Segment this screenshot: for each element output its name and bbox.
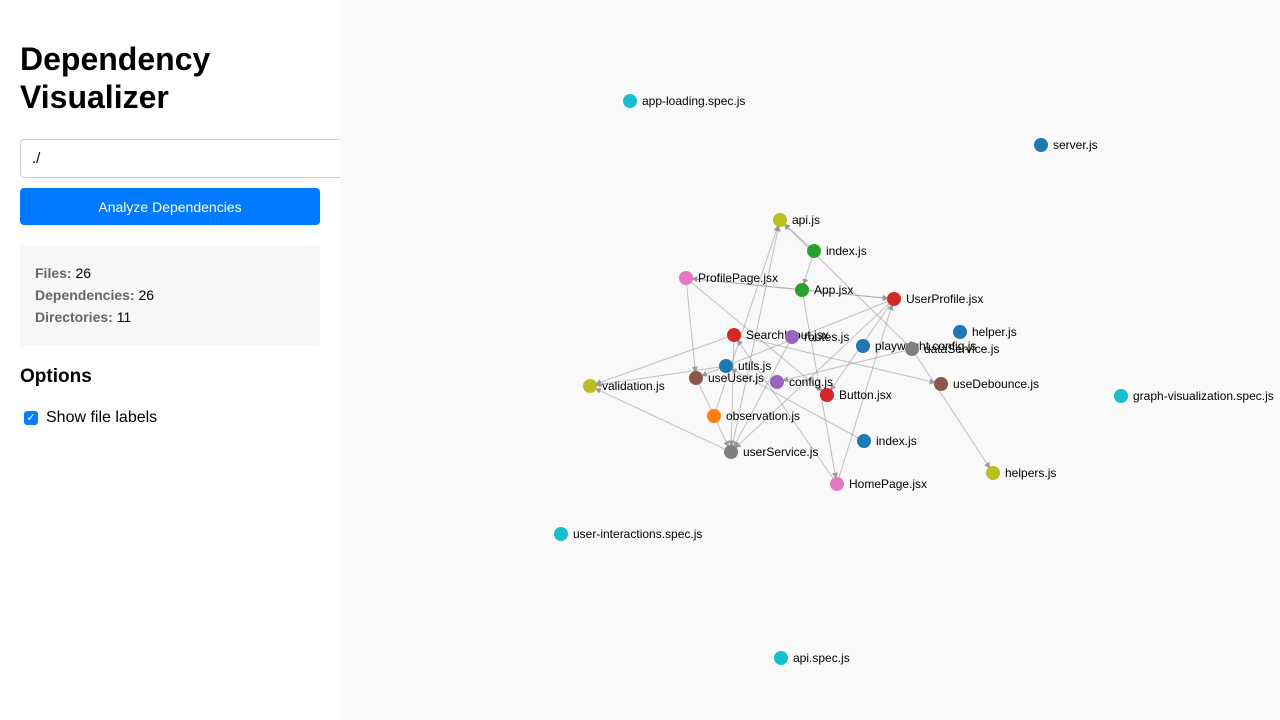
node-circle[interactable] xyxy=(856,339,870,353)
show-file-labels-option[interactable]: ✓ Show file labels xyxy=(20,407,157,429)
node-circle[interactable] xyxy=(887,292,901,306)
graph-node[interactable]: validation.js xyxy=(583,379,665,393)
node-circle[interactable] xyxy=(770,375,784,389)
graph-node[interactable]: App.jsx xyxy=(795,283,853,297)
graph-node[interactable]: ProfilePage.jsx xyxy=(679,271,778,285)
node-circle[interactable] xyxy=(807,244,821,258)
directory-path-input[interactable] xyxy=(20,139,340,178)
node-circle[interactable] xyxy=(679,271,693,285)
node-circle[interactable] xyxy=(934,377,948,391)
node-label: dataService.js xyxy=(924,342,999,356)
node-label: helper.js xyxy=(972,325,1017,339)
stat-directories: Directories: 11 xyxy=(35,309,305,331)
graph-node[interactable]: config.js xyxy=(770,375,833,389)
node-label: server.js xyxy=(1053,138,1098,152)
dependency-graph-canvas[interactable]: app-loading.spec.js server.js api.js index.… xyxy=(340,0,1280,720)
graph-node[interactable]: index.js xyxy=(807,244,867,258)
stat-files-label: Files: xyxy=(35,265,72,281)
node-circle[interactable] xyxy=(724,445,738,459)
graph-node[interactable]: UserProfile.jsx xyxy=(887,292,983,306)
graph-node[interactable]: api.js xyxy=(773,213,820,227)
graph-node[interactable]: app-loading.spec.js xyxy=(623,94,745,108)
node-circle[interactable] xyxy=(727,328,741,342)
node-label: api.js xyxy=(792,213,820,227)
node-circle[interactable] xyxy=(1034,138,1048,152)
graph-node[interactable]: helpers.js xyxy=(986,466,1056,480)
graph-node[interactable]: observation.js xyxy=(707,409,800,423)
node-label: routes.js xyxy=(804,330,849,344)
stat-dependencies-label: Dependencies: xyxy=(35,287,135,303)
node-label: HomePage.jsx xyxy=(849,477,927,491)
nodes-layer: app-loading.spec.js server.js api.js index.… xyxy=(554,94,1274,665)
node-circle[interactable] xyxy=(773,213,787,227)
graph-node[interactable]: HomePage.jsx xyxy=(830,477,927,491)
node-label: index.js xyxy=(826,244,867,258)
graph-node[interactable]: helper.js xyxy=(953,325,1017,339)
dependency-edge xyxy=(730,336,793,453)
app-root: Dependency Visualizer Analyze Dependenci… xyxy=(0,0,1280,720)
show-file-labels-checkbox[interactable]: ✓ xyxy=(24,411,38,425)
graph-node[interactable]: server.js xyxy=(1034,138,1098,152)
analyze-dependencies-button[interactable]: Analyze Dependencies xyxy=(20,188,320,225)
graph-node[interactable]: Button.jsx xyxy=(820,388,892,402)
options-heading: Options xyxy=(20,366,92,387)
node-label: index.js xyxy=(876,434,917,448)
node-label: api.spec.js xyxy=(793,651,850,665)
graph-node[interactable]: routes.js xyxy=(785,330,849,344)
node-label: observation.js xyxy=(726,409,800,423)
node-circle[interactable] xyxy=(795,283,809,297)
node-label: validation.js xyxy=(602,379,665,393)
node-label: user-interactions.spec.js xyxy=(573,527,702,541)
node-circle[interactable] xyxy=(774,651,788,665)
node-label: useDebounce.js xyxy=(953,377,1039,391)
node-circle[interactable] xyxy=(623,94,637,108)
page-title: Dependency Visualizer xyxy=(20,41,211,115)
node-circle[interactable] xyxy=(554,527,568,541)
node-label: userService.js xyxy=(743,445,818,459)
node-label: useUser.js xyxy=(708,371,764,385)
stat-files-value: 26 xyxy=(75,265,92,281)
stat-directories-value: 11 xyxy=(116,309,132,325)
node-circle[interactable] xyxy=(1114,389,1128,403)
node-circle[interactable] xyxy=(707,409,721,423)
stat-files: Files: 26 xyxy=(35,265,305,287)
node-label: ProfilePage.jsx xyxy=(698,271,778,285)
node-label: App.jsx xyxy=(814,283,853,297)
dependency-edge xyxy=(911,348,994,474)
node-label: UserProfile.jsx xyxy=(906,292,983,306)
show-file-labels-label: Show file labels xyxy=(46,409,158,426)
node-label: app-loading.spec.js xyxy=(642,94,745,108)
node-circle[interactable] xyxy=(857,434,871,448)
stat-directories-label: Directories: xyxy=(35,309,113,325)
dependency-graph[interactable]: app-loading.spec.js server.js api.js index.… xyxy=(340,0,1280,720)
node-circle[interactable] xyxy=(583,379,597,393)
node-circle[interactable] xyxy=(820,388,834,402)
node-label: graph-visualization.spec.js xyxy=(1133,389,1274,403)
graph-node[interactable]: graph-visualization.spec.js xyxy=(1114,389,1274,403)
node-circle[interactable] xyxy=(953,325,967,339)
dependency-edge xyxy=(685,277,698,379)
node-label: config.js xyxy=(789,375,833,389)
graph-node[interactable]: useUser.js xyxy=(689,371,764,385)
node-circle[interactable] xyxy=(905,342,919,356)
stats-panel: Files: 26 Dependencies: 26 Directories: … xyxy=(20,245,320,346)
dependency-edge xyxy=(728,334,735,453)
node-circle[interactable] xyxy=(830,477,844,491)
graph-node[interactable]: userService.js xyxy=(724,445,818,459)
graph-node[interactable]: index.js xyxy=(857,434,917,448)
node-label: helpers.js xyxy=(1005,466,1056,480)
stat-dependencies-value: 26 xyxy=(138,287,155,303)
node-circle[interactable] xyxy=(986,466,1000,480)
node-circle[interactable] xyxy=(785,330,799,344)
stat-dependencies: Dependencies: 26 xyxy=(35,287,305,309)
sidebar: Dependency Visualizer Analyze Dependenci… xyxy=(0,0,340,720)
graph-node[interactable]: useDebounce.js xyxy=(934,377,1039,391)
graph-node[interactable]: api.spec.js xyxy=(774,651,850,665)
node-circle[interactable] xyxy=(689,371,703,385)
node-label: Button.jsx xyxy=(839,388,892,402)
graph-node[interactable]: user-interactions.spec.js xyxy=(554,527,702,541)
